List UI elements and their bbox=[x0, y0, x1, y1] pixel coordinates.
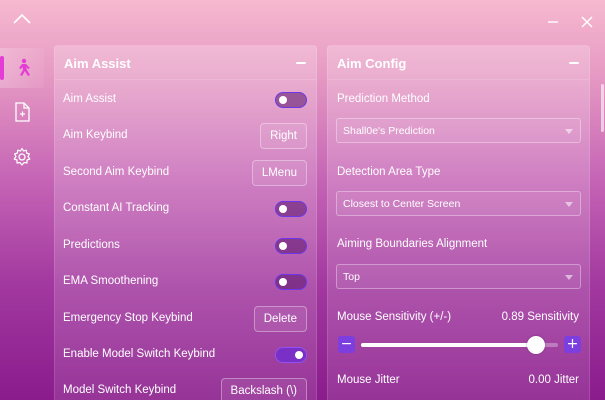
row-label: Enable Model Switch Keybind bbox=[63, 348, 216, 360]
collapse-panel-button[interactable] bbox=[296, 62, 306, 64]
running-person-icon bbox=[19, 58, 30, 76]
toggle-knob bbox=[279, 204, 287, 213]
row-label: Aim Keybind bbox=[63, 129, 128, 141]
sensitivity-decrease-button[interactable]: − bbox=[338, 336, 355, 353]
panel-title: Aim Assist bbox=[64, 56, 131, 71]
row-model-switch-keybind: Model Switch Keybind Backslash (\) bbox=[55, 374, 316, 400]
row-constant-ai-tracking: Constant AI Tracking bbox=[55, 192, 316, 226]
collapse-panel-button[interactable] bbox=[569, 62, 579, 64]
boundaries-dropdown[interactable]: Top bbox=[336, 264, 581, 289]
aim-assist-panel: Aim Assist Aim Assist Aim Keybind Right … bbox=[54, 45, 317, 400]
mouse-sensitivity-label: Mouse Sensitivity (+/-) bbox=[337, 311, 452, 323]
sensitivity-increase-button[interactable]: + bbox=[564, 336, 581, 353]
detection-area-label: Detection Area Type bbox=[337, 166, 441, 178]
prediction-method-dropdown[interactable]: Shall0e's Prediction bbox=[336, 118, 581, 143]
chevron-up-icon[interactable] bbox=[12, 12, 32, 26]
document-icon bbox=[15, 102, 30, 122]
minimize-icon[interactable] bbox=[545, 14, 561, 30]
dropdown-value: Closest to Center Screen bbox=[343, 198, 461, 210]
second-aim-keybind-button[interactable]: LMenu bbox=[251, 160, 307, 186]
panel-header: Aim Config bbox=[328, 46, 589, 80]
toggle-knob bbox=[295, 350, 303, 359]
row-aim-assist: Aim Assist bbox=[55, 83, 316, 117]
toggle-knob bbox=[279, 95, 287, 104]
dropdown-value: Top bbox=[343, 271, 360, 283]
aim-config-panel: Aim Config Prediction Method Shall0e's P… bbox=[327, 45, 590, 400]
sidebar-item-config[interactable] bbox=[0, 92, 44, 132]
emergency-stop-keybind-button[interactable]: Delete bbox=[253, 306, 307, 332]
mouse-sensitivity-slider[interactable] bbox=[361, 336, 558, 354]
aim-keybind-button[interactable]: Right bbox=[260, 123, 307, 149]
row-label: Predictions bbox=[63, 239, 120, 251]
chevron-down-icon bbox=[565, 129, 573, 134]
mouse-jitter-value: 0.00 Jitter bbox=[528, 374, 580, 386]
sidebar bbox=[0, 44, 44, 400]
ema-smoothening-toggle[interactable] bbox=[275, 274, 307, 290]
close-icon[interactable] bbox=[579, 14, 595, 30]
model-switch-keybind-button[interactable]: Backslash (\) bbox=[220, 378, 307, 400]
mouse-jitter-label: Mouse Jitter bbox=[337, 374, 400, 386]
row-label: Second Aim Keybind bbox=[63, 166, 170, 178]
prediction-method-label: Prediction Method bbox=[337, 93, 430, 105]
row-label: EMA Smoothening bbox=[63, 275, 159, 287]
row-enable-model-switch-keybind: Enable Model Switch Keybind bbox=[55, 338, 316, 372]
scrollbar[interactable] bbox=[601, 84, 604, 132]
mouse-sensitivity-value: 0.89 Sensitivity bbox=[501, 311, 579, 323]
boundaries-label: Aiming Boundaries Alignment bbox=[337, 238, 488, 250]
toggle-knob bbox=[279, 277, 287, 286]
slider-thumb[interactable] bbox=[527, 336, 545, 354]
aim-assist-toggle[interactable] bbox=[275, 92, 307, 108]
detection-area-dropdown[interactable]: Closest to Center Screen bbox=[336, 191, 581, 216]
row-aim-keybind: Aim Keybind Right bbox=[55, 119, 316, 153]
predictions-toggle[interactable] bbox=[275, 238, 307, 254]
row-predictions: Predictions bbox=[55, 229, 316, 263]
dropdown-value: Shall0e's Prediction bbox=[343, 125, 435, 137]
sidebar-item-settings[interactable] bbox=[0, 137, 44, 177]
chevron-down-icon bbox=[565, 202, 573, 207]
row-ema-smoothening: EMA Smoothening bbox=[55, 265, 316, 299]
row-label: Constant AI Tracking bbox=[63, 202, 170, 214]
row-emergency-stop-keybind: Emergency Stop Keybind Delete bbox=[55, 302, 316, 336]
row-label: Aim Assist bbox=[63, 93, 117, 105]
active-indicator bbox=[0, 56, 4, 80]
panel-title: Aim Config bbox=[337, 56, 407, 71]
gear-icon bbox=[13, 147, 31, 166]
sidebar-item-aim[interactable] bbox=[0, 48, 44, 88]
enable-model-switch-keybind-toggle[interactable] bbox=[275, 347, 307, 363]
row-second-aim-keybind: Second Aim Keybind LMenu bbox=[55, 156, 316, 190]
chevron-down-icon bbox=[565, 275, 573, 280]
slider-fill bbox=[361, 343, 536, 347]
constant-ai-tracking-toggle[interactable] bbox=[275, 201, 307, 217]
row-label: Model Switch Keybind bbox=[63, 384, 177, 396]
toggle-knob bbox=[279, 241, 287, 250]
panel-header: Aim Assist bbox=[55, 46, 316, 80]
row-label: Emergency Stop Keybind bbox=[63, 312, 193, 324]
title-bar bbox=[0, 0, 605, 44]
